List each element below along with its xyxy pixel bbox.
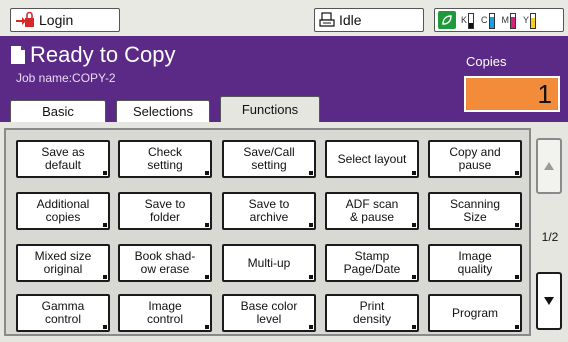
function-copy-and-pause-button[interactable]: Copy and pause — [428, 140, 522, 178]
toner-letter-c: C — [481, 15, 488, 25]
submenu-corner-icon — [412, 171, 416, 175]
function-label: Save to folder — [144, 197, 186, 224]
submenu-corner-icon — [309, 223, 313, 227]
login-lock-icon — [16, 11, 34, 27]
submenu-corner-icon — [412, 223, 416, 227]
submenu-corner-icon — [309, 171, 313, 175]
function-mixed-size-original-button[interactable]: Mixed size original — [16, 244, 110, 282]
function-label: Copy and pause — [449, 145, 501, 172]
toner-letter-y: Y — [523, 15, 530, 25]
function-label: Image control — [146, 299, 184, 326]
function-label: Select layout — [337, 151, 407, 166]
submenu-corner-icon — [205, 275, 209, 279]
function-print-density-button[interactable]: Print density — [325, 294, 419, 332]
function-label: Save to archive — [248, 197, 290, 224]
function-save-call-setting-button[interactable]: Save/Call setting — [222, 140, 316, 178]
login-label: Login — [39, 12, 74, 28]
function-scanning-size-button[interactable]: Scanning Size — [428, 192, 522, 230]
function-label: ADF scan & pause — [345, 197, 399, 224]
toner-letter-m: M — [501, 15, 510, 25]
function-label: Image quality — [457, 249, 493, 276]
function-select-layout-button[interactable]: Select layout — [325, 140, 419, 178]
job-name: Job name:COPY-2 — [16, 71, 116, 85]
submenu-corner-icon — [103, 275, 107, 279]
function-label: Save/Call setting — [243, 145, 295, 172]
submenu-corner-icon — [515, 275, 519, 279]
function-label: Gamma control — [41, 299, 85, 326]
function-label: Multi-up — [247, 255, 291, 270]
function-label: Mixed size original — [34, 249, 92, 276]
status-label: Idle — [339, 12, 362, 28]
function-save-to-folder-button[interactable]: Save to folder — [118, 192, 212, 230]
submenu-corner-icon — [103, 171, 107, 175]
function-label: Save as default — [41, 145, 85, 172]
toner-gauge-y — [530, 13, 537, 29]
function-save-as-default-button[interactable]: Save as default — [16, 140, 110, 178]
copies-count[interactable]: 1 — [464, 76, 560, 112]
function-label: Scanning Size — [449, 197, 501, 224]
submenu-corner-icon — [515, 171, 519, 175]
device-status: Idle — [314, 8, 424, 32]
function-label: Base color level — [240, 299, 298, 326]
page-indicator: 1/2 — [541, 230, 559, 244]
toner-letter-k: K — [461, 15, 468, 25]
function-label: Book shad- ow erase — [134, 249, 196, 276]
submenu-corner-icon — [205, 325, 209, 329]
tab-selections[interactable]: Selections — [116, 100, 210, 122]
eco-leaf-icon — [438, 11, 456, 29]
submenu-corner-icon — [515, 325, 519, 329]
submenu-corner-icon — [412, 275, 416, 279]
page-down-button[interactable] — [536, 272, 562, 330]
function-label: Check setting — [147, 145, 183, 172]
toner-levels[interactable]: KCMY — [434, 8, 564, 32]
submenu-corner-icon — [205, 171, 209, 175]
function-label: Additional copies — [36, 197, 90, 224]
submenu-corner-icon — [515, 223, 519, 227]
copies-label: Copies — [466, 54, 507, 69]
function-image-control-button[interactable]: Image control — [118, 294, 212, 332]
tab-basic[interactable]: Basic — [10, 100, 106, 122]
login-button[interactable]: Login — [10, 8, 120, 32]
function-gamma-control-button[interactable]: Gamma control — [16, 294, 110, 332]
function-label: Program — [451, 305, 498, 320]
function-additional-copies-button[interactable]: Additional copies — [16, 192, 110, 230]
status-bar: Login Idle K C M Y — [0, 0, 568, 36]
function-label: Print density — [352, 299, 392, 326]
submenu-corner-icon — [412, 325, 416, 329]
function-adf-scan-pause-button[interactable]: ADF scan & pause — [325, 192, 419, 230]
toner-gauge-c — [488, 13, 495, 29]
function-stamp-page-date-button[interactable]: Stamp Page/Date — [325, 244, 419, 282]
submenu-corner-icon — [309, 325, 313, 329]
function-book-shad-ow-erase-button[interactable]: Book shad- ow erase — [118, 244, 212, 282]
function-save-to-archive-button[interactable]: Save to archive — [222, 192, 316, 230]
function-program-button[interactable]: Program — [428, 294, 522, 332]
page-up-button[interactable] — [536, 138, 562, 194]
function-image-quality-button[interactable]: Image quality — [428, 244, 522, 282]
submenu-corner-icon — [309, 275, 313, 279]
submenu-corner-icon — [103, 223, 107, 227]
printer-status-icon — [319, 12, 335, 27]
function-check-setting-button[interactable]: Check setting — [118, 140, 212, 178]
triangle-down-icon — [544, 297, 554, 305]
tab-functions[interactable]: Functions — [220, 96, 320, 122]
toner-gauge-k — [468, 13, 475, 29]
function-base-color-level-button[interactable]: Base color level — [222, 294, 316, 332]
function-label: Stamp Page/Date — [343, 249, 401, 276]
submenu-corner-icon — [205, 223, 209, 227]
document-icon — [11, 46, 25, 64]
toner-gauge-m — [510, 13, 517, 29]
page-title: Ready to Copy — [10, 42, 176, 68]
submenu-corner-icon — [103, 325, 107, 329]
triangle-up-icon — [544, 162, 554, 170]
toner-gauges: KCMY — [459, 11, 537, 29]
function-multi-up-button[interactable]: Multi-up — [222, 244, 316, 282]
